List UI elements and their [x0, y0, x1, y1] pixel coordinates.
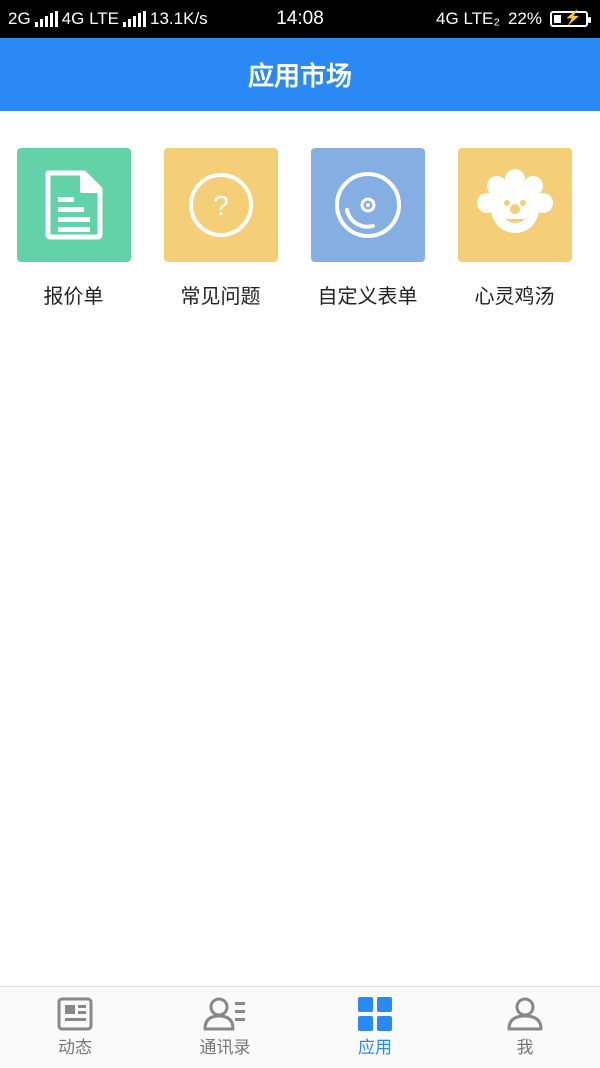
app-tile[interactable] — [16, 148, 131, 262]
question-icon: ? — [188, 173, 253, 237]
battery-percent: 22% — [507, 9, 542, 28]
app-quotation[interactable]: 报价单 — [0, 148, 147, 309]
app-label: 自定义表单 — [317, 284, 418, 308]
app-tile[interactable] — [457, 148, 572, 262]
tab-apps[interactable]: 应用 — [300, 987, 450, 1068]
contacts-icon — [203, 997, 245, 1031]
app-chicken-soup[interactable]: 心灵鸡汤 — [441, 148, 588, 309]
tab-me[interactable]: 我 — [450, 987, 600, 1068]
network-right-label: 4G LTE₂ — [436, 9, 500, 28]
app-tile[interactable]: ? — [163, 148, 278, 262]
tab-contacts[interactable]: 通讯录 — [150, 987, 300, 1068]
tab-label: 应用 — [358, 1038, 392, 1058]
flower-face-icon — [476, 169, 553, 233]
battery-icon: ⚡ — [550, 9, 591, 27]
page-title: 应用市场 — [247, 62, 352, 92]
disc-icon — [334, 172, 401, 238]
person-icon — [507, 997, 543, 1031]
app-label: 心灵鸡汤 — [474, 284, 555, 308]
app-tile[interactable] — [310, 148, 425, 262]
tab-dynamic[interactable]: 动态 — [0, 987, 150, 1068]
bottom-nav: 动态 通讯录 应用 我 — [0, 986, 600, 1068]
app-custom-form[interactable]: 自定义表单 — [294, 148, 441, 309]
document-icon — [45, 170, 102, 240]
tab-label: 通讯录 — [199, 1038, 251, 1058]
news-icon — [57, 997, 93, 1031]
status-bar: 2G 4G LTE 13.1K/s 14:08 4G LTE₂ 22% ⚡ — [0, 0, 600, 38]
tab-label: 我 — [516, 1038, 534, 1058]
status-right: 4G LTE₂ 22% ⚡ — [436, 0, 591, 38]
apps-grid-icon — [358, 997, 392, 1031]
app-label: 常见问题 — [180, 284, 261, 308]
app-bar: 应用市场 — [0, 38, 600, 111]
tab-label: 动态 — [58, 1038, 92, 1058]
svg-text:?: ? — [213, 190, 229, 221]
app-label: 报价单 — [43, 284, 104, 308]
app-faq[interactable]: ? 常见问题 — [147, 148, 294, 309]
